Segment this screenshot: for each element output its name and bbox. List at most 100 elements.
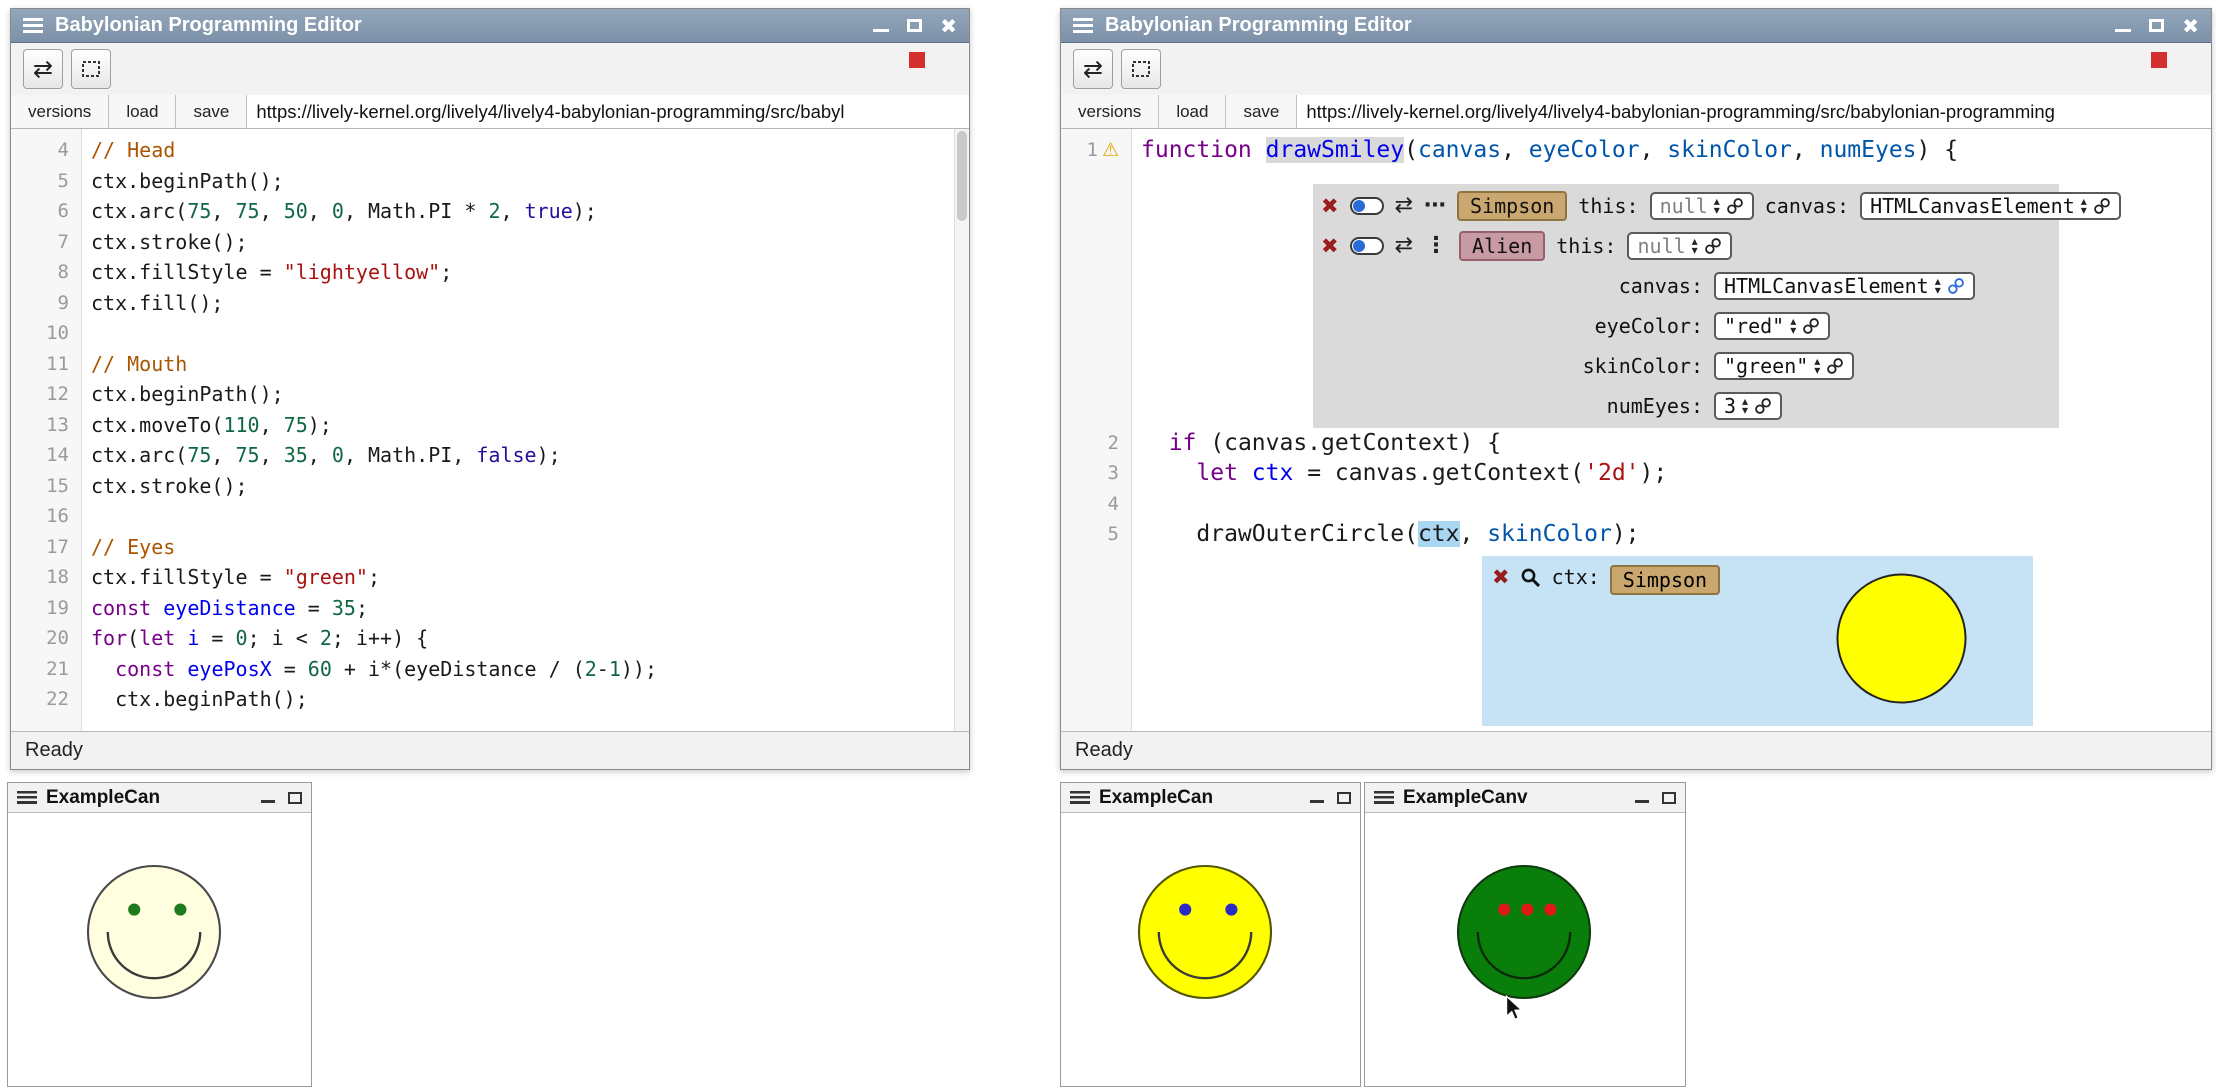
value-box-canvas[interactable]: HTMLCanvasElement ▴ ▾ bbox=[1860, 192, 2121, 220]
code-line[interactable]: 8ctx.fillStyle = "lightyellow"; bbox=[11, 257, 969, 288]
close-icon[interactable]: ✖ bbox=[2182, 16, 2199, 36]
value-stepper[interactable]: ▴ ▾ bbox=[1790, 317, 1796, 335]
code-editor[interactable]: 1⚠function drawSmiley(canvas, eyeColor, … bbox=[1061, 129, 2211, 731]
minimize-icon[interactable] bbox=[261, 800, 275, 803]
value-box[interactable]: 3 ▴ ▾ bbox=[1714, 392, 1782, 420]
stepper-down-icon[interactable]: ▾ bbox=[1790, 326, 1796, 335]
example-badge-alien[interactable]: Alien bbox=[1459, 231, 1545, 261]
value-box[interactable]: "green" ▴ ▾ bbox=[1714, 352, 1854, 380]
menu-dots-icon[interactable]: ⋯ bbox=[1424, 193, 1446, 218]
load-button[interactable]: load bbox=[1159, 95, 1226, 128]
delete-probe-icon[interactable]: ✖ bbox=[1492, 565, 1510, 589]
value-stepper[interactable]: ▴ ▾ bbox=[1714, 197, 1720, 215]
save-button[interactable]: save bbox=[176, 95, 247, 128]
code-line[interactable]: 10 bbox=[11, 318, 969, 349]
magnifier-icon[interactable] bbox=[1520, 567, 1542, 589]
swap-arrows-button[interactable]: ⇄ bbox=[23, 49, 63, 89]
value-box[interactable]: HTMLCanvasElement ▴ ▾ bbox=[1714, 272, 1975, 300]
url-field[interactable]: https://lively-kernel.org/lively4/lively… bbox=[247, 95, 969, 128]
scrollbar-thumb[interactable] bbox=[957, 131, 967, 221]
link-icon[interactable] bbox=[1704, 237, 1722, 255]
example-badge-simpson[interactable]: Simpson bbox=[1457, 191, 1567, 221]
delete-example-icon[interactable]: ✖ bbox=[1321, 194, 1339, 218]
titlebar[interactable]: ExampleCan bbox=[1061, 783, 1360, 813]
example-toggle[interactable] bbox=[1350, 237, 1384, 255]
value-box-this[interactable]: null ▴ ▾ bbox=[1627, 232, 1731, 260]
value-box-this[interactable]: null ▴ ▾ bbox=[1650, 192, 1754, 220]
titlebar[interactable]: ExampleCan bbox=[8, 783, 311, 813]
code-line[interactable]: 19const eyeDistance = 35; bbox=[11, 593, 969, 624]
code-line[interactable]: 12ctx.beginPath(); bbox=[11, 379, 969, 410]
titlebar[interactable]: ExampleCanv bbox=[1365, 783, 1685, 813]
code-editor[interactable]: 4// Head5ctx.beginPath();6ctx.arc(75, 75… bbox=[11, 129, 969, 731]
example-toggle[interactable] bbox=[1350, 197, 1384, 215]
code-line[interactable]: 20for(let i = 0; i < 2; i++) { bbox=[11, 623, 969, 654]
code-line[interactable]: 13ctx.moveTo(110, 75); bbox=[11, 410, 969, 441]
maximize-icon[interactable] bbox=[2149, 19, 2164, 32]
link-icon[interactable] bbox=[1826, 357, 1844, 375]
versions-button[interactable]: versions bbox=[11, 95, 109, 128]
code-line[interactable]: 9ctx.fill(); bbox=[11, 288, 969, 319]
save-button[interactable]: save bbox=[1226, 95, 1297, 128]
minimize-icon[interactable] bbox=[2115, 29, 2131, 32]
swap-icon[interactable]: ⇄ bbox=[1395, 233, 1413, 258]
menu-dots-icon[interactable]: ⋮ bbox=[1424, 233, 1448, 258]
value-stepper[interactable]: ▴ ▾ bbox=[1935, 277, 1941, 295]
titlebar[interactable]: Babylonian Programming Editor ✖ bbox=[1061, 9, 2211, 43]
code-line[interactable]: 16 bbox=[11, 501, 969, 532]
swap-icon[interactable]: ⇄ bbox=[1395, 193, 1413, 218]
minimize-icon[interactable] bbox=[1635, 800, 1649, 803]
stepper-down-icon[interactable]: ▾ bbox=[1692, 246, 1698, 255]
url-field[interactable]: https://lively-kernel.org/lively4/lively… bbox=[1297, 95, 2211, 128]
code-line[interactable]: 4// Head bbox=[11, 135, 969, 166]
link-icon[interactable] bbox=[2093, 197, 2111, 215]
code-line[interactable]: 18ctx.fillStyle = "green"; bbox=[11, 562, 969, 593]
value-stepper[interactable]: ▴ ▾ bbox=[1692, 237, 1698, 255]
value-stepper[interactable]: ▴ ▾ bbox=[2081, 197, 2087, 215]
link-icon[interactable] bbox=[1754, 397, 1772, 415]
code-line[interactable]: 1⚠function drawSmiley(canvas, eyeColor, … bbox=[1061, 135, 2211, 166]
link-icon[interactable] bbox=[1947, 277, 1965, 295]
code-line[interactable]: 15ctx.stroke(); bbox=[11, 471, 969, 502]
code-line[interactable]: 21 const eyePosX = 60 + i*(eyeDistance /… bbox=[11, 654, 969, 685]
code-line[interactable]: 17// Eyes bbox=[11, 532, 969, 563]
stepper-down-icon[interactable]: ▾ bbox=[1935, 286, 1941, 295]
menu-icon[interactable] bbox=[23, 18, 43, 33]
menu-icon[interactable] bbox=[1374, 791, 1394, 804]
maximize-icon[interactable] bbox=[288, 792, 302, 804]
code-line[interactable]: 22 ctx.beginPath(); bbox=[11, 684, 969, 715]
code-line[interactable]: 4 bbox=[1061, 489, 2211, 520]
code-line[interactable]: 6ctx.arc(75, 75, 50, 0, Math.PI * 2, tru… bbox=[11, 196, 969, 227]
code-line[interactable]: 3 let ctx = canvas.getContext('2d'); bbox=[1061, 458, 2211, 489]
warning-icon[interactable]: ⚠ bbox=[1102, 135, 1119, 166]
stepper-down-icon[interactable]: ▾ bbox=[2081, 206, 2087, 215]
minimize-icon[interactable] bbox=[873, 29, 889, 32]
maximize-icon[interactable] bbox=[1337, 792, 1351, 804]
close-icon[interactable]: ✖ bbox=[940, 16, 957, 36]
code-line[interactable]: 7ctx.stroke(); bbox=[11, 227, 969, 258]
menu-icon[interactable] bbox=[17, 791, 37, 804]
select-region-button[interactable] bbox=[1121, 49, 1161, 89]
select-region-button[interactable] bbox=[71, 49, 111, 89]
stepper-down-icon[interactable]: ▾ bbox=[1814, 366, 1820, 375]
versions-button[interactable]: versions bbox=[1061, 95, 1159, 128]
value-box[interactable]: "red" ▴ ▾ bbox=[1714, 312, 1830, 340]
code-line[interactable]: 14ctx.arc(75, 75, 35, 0, Math.PI, false)… bbox=[11, 440, 969, 471]
maximize-icon[interactable] bbox=[907, 19, 922, 32]
code-line[interactable]: 2 if (canvas.getContext) { bbox=[1061, 428, 2211, 459]
menu-icon[interactable] bbox=[1073, 18, 1093, 33]
value-stepper[interactable]: ▴ ▾ bbox=[1814, 357, 1820, 375]
vertical-scrollbar[interactable] bbox=[954, 129, 969, 731]
stepper-down-icon[interactable]: ▾ bbox=[1714, 206, 1720, 215]
value-stepper[interactable]: ▴ ▾ bbox=[1742, 397, 1748, 415]
titlebar[interactable]: Babylonian Programming Editor ✖ bbox=[11, 9, 969, 43]
code-line[interactable]: 5ctx.beginPath(); bbox=[11, 166, 969, 197]
delete-example-icon[interactable]: ✖ bbox=[1321, 234, 1339, 258]
code-line[interactable]: 11// Mouth bbox=[11, 349, 969, 380]
maximize-icon[interactable] bbox=[1662, 792, 1676, 804]
link-icon[interactable] bbox=[1726, 197, 1744, 215]
load-button[interactable]: load bbox=[109, 95, 176, 128]
menu-icon[interactable] bbox=[1070, 791, 1090, 804]
stepper-down-icon[interactable]: ▾ bbox=[1742, 406, 1748, 415]
swap-arrows-button[interactable]: ⇄ bbox=[1073, 49, 1113, 89]
